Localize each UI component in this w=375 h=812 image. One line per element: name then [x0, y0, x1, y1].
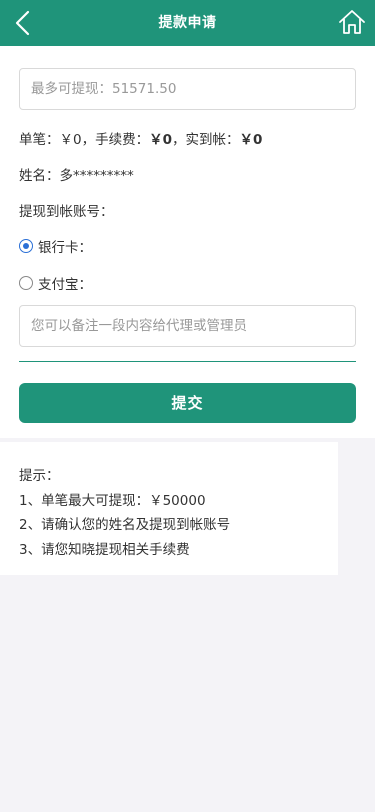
tip-item: 1、单笔最大可提现：￥50000	[19, 492, 206, 509]
radio-bank-card[interactable]: 银行卡：	[19, 236, 92, 256]
radio-alipay[interactable]: 支付宝：	[19, 273, 92, 293]
page-title: 提款申请	[158, 15, 217, 31]
radio-label: 支付宝：	[38, 277, 92, 293]
account-label: 提现到帐账号：	[19, 204, 114, 220]
fee-label: ，手续费：	[81, 132, 150, 148]
remark-input[interactable]: 您可以备注一段内容给代理或管理员	[19, 305, 356, 347]
amount-input[interactable]: 最多可提现：51571.50	[19, 68, 356, 110]
fee-summary: 单笔：￥0，手续费：￥0，实到帐：￥0	[19, 128, 262, 148]
home-icon[interactable]	[338, 8, 366, 36]
tips-panel: 提示： 1、单笔最大可提现：￥50000 2、请确认您的姓名及提现到帐账号 3、…	[0, 442, 338, 575]
name-row: 姓名：多*********	[19, 164, 134, 184]
name-value: 多*********	[59, 168, 134, 184]
radio-label: 银行卡：	[38, 240, 92, 256]
received-label: ，实到帐：	[172, 132, 240, 148]
single-label: 单笔：	[19, 132, 60, 148]
single-value: ￥0	[59, 132, 82, 148]
divider	[19, 361, 356, 362]
submit-button[interactable]: 提交	[19, 383, 356, 423]
tips-title: 提示：	[19, 468, 60, 484]
received-value: ￥0	[239, 132, 263, 148]
radio-selected-icon[interactable]	[19, 239, 33, 253]
tip-item: 3、请您知晓提现相关手续费	[19, 541, 190, 558]
name-label: 姓名：	[19, 168, 60, 184]
radio-unselected-icon[interactable]	[19, 276, 33, 290]
withdraw-form: 最多可提现：51571.50 单笔：￥0，手续费：￥0，实到帐：￥0 姓名：多*…	[0, 46, 375, 438]
tip-item: 2、请确认您的姓名及提现到帐账号	[19, 517, 231, 533]
top-bar: 提款申请	[0, 0, 375, 46]
fee-value: ￥0	[149, 132, 172, 148]
